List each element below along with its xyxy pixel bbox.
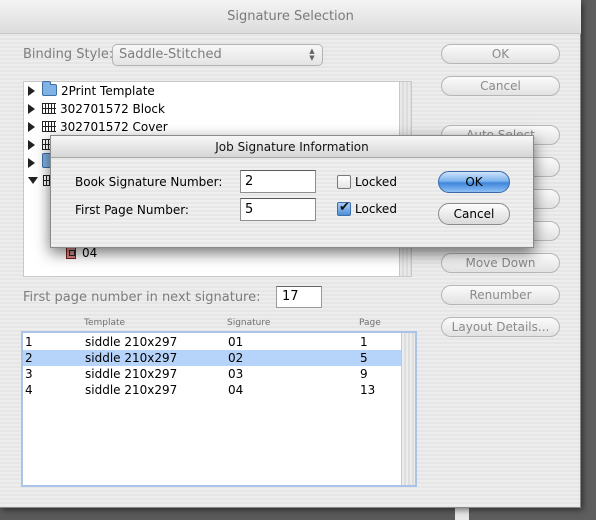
first-page-label: First Page Number: <box>75 203 189 217</box>
layout-details-button[interactable]: Layout Details... <box>441 317 560 337</box>
book-signature-field[interactable]: 2 <box>240 170 316 193</box>
first-page-field[interactable]: 5 <box>240 198 316 221</box>
row-signature: 03 <box>228 367 244 381</box>
row-number: 3 <box>25 367 33 381</box>
table-row[interactable]: 3 siddle 210x297 03 9 <box>23 366 401 382</box>
next-signature-label: First page number in next signature: <box>23 290 261 305</box>
binding-style-select[interactable]: Saddle-Stitched ▲ ▼ <box>112 44 323 66</box>
disclosure-triangle-icon[interactable] <box>28 86 35 96</box>
row-number: 4 <box>25 383 33 397</box>
tree-item-label: 2Print Template <box>61 84 155 98</box>
binding-style-value: Saddle-Stitched <box>119 47 222 62</box>
table-row-selected[interactable]: 2 siddle 210x297 02 5 <box>23 350 401 366</box>
tree-item[interactable]: 302701572 Cover <box>28 118 168 136</box>
tree-item-label: 302701572 Block <box>60 102 165 116</box>
dialog-ok-button[interactable]: OK <box>438 171 510 193</box>
disclosure-triangle-icon[interactable] <box>28 122 35 132</box>
next-signature-field[interactable]: 17 <box>276 286 322 308</box>
tree-item-label: 04 <box>82 246 98 260</box>
row-signature: 04 <box>228 383 244 397</box>
row-signature: 02 <box>228 351 244 365</box>
tree-item[interactable]: 302701572 Block <box>28 100 165 118</box>
job-signature-dialog: Job Signature Information Book Signature… <box>50 135 534 248</box>
book-signature-locked-checkbox[interactable] <box>337 175 351 189</box>
grid-icon <box>42 103 56 114</box>
ok-button[interactable]: OK <box>441 44 560 64</box>
row-page: 1 <box>360 335 368 349</box>
select-arrows-icon: ▲ ▼ <box>309 47 315 62</box>
table-scrollbar[interactable] <box>401 333 415 485</box>
first-page-locked-checkbox[interactable] <box>337 200 351 216</box>
first-page-locked-label[interactable]: Locked <box>355 202 397 216</box>
folder-icon <box>42 81 57 96</box>
table-row[interactable]: 4 siddle 210x297 04 13 <box>23 382 401 398</box>
row-signature: 01 <box>228 335 244 349</box>
disclosure-triangle-icon[interactable] <box>28 158 35 168</box>
row-template: siddle 210x297 <box>85 383 178 397</box>
signature-table[interactable]: 1 siddle 210x297 01 1 2 siddle 210x297 0… <box>21 331 417 487</box>
row-page: 13 <box>360 383 376 397</box>
table-row[interactable]: 1 siddle 210x297 01 1 <box>23 334 401 350</box>
dialog-title: Job Signature Information <box>51 136 533 158</box>
page-icon <box>66 247 76 259</box>
disclosure-triangle-icon[interactable] <box>28 140 35 150</box>
row-template: siddle 210x297 <box>85 367 178 381</box>
book-signature-locked-label[interactable]: Locked <box>355 175 397 189</box>
row-page: 5 <box>360 351 368 365</box>
column-header-template[interactable]: Template <box>84 318 125 328</box>
book-signature-label: Book Signature Number: <box>75 175 223 189</box>
row-template: siddle 210x297 <box>85 351 178 365</box>
dialog-cancel-button[interactable]: Cancel <box>438 203 510 225</box>
column-header-signature[interactable]: Signature <box>227 318 270 328</box>
row-number: 1 <box>25 335 33 349</box>
grid-icon <box>42 121 56 132</box>
disclosure-triangle-icon[interactable] <box>28 104 35 114</box>
signature-selection-sheet: Signature Selection Binding Style: Saddl… <box>0 0 581 508</box>
row-number: 2 <box>25 351 33 365</box>
tree-item-label: 302701572 Cover <box>60 120 168 134</box>
column-header-page[interactable]: Page <box>359 318 381 328</box>
cancel-button[interactable]: Cancel <box>441 76 560 96</box>
sheet-title: Signature Selection <box>0 0 581 34</box>
background-strip <box>455 508 469 520</box>
binding-style-label: Binding Style: <box>23 47 114 62</box>
move-down-button[interactable]: Move Down <box>441 253 560 273</box>
tree-item[interactable]: 2Print Template <box>28 81 155 100</box>
disclosure-triangle-open-icon[interactable] <box>28 177 38 184</box>
row-page: 9 <box>360 367 368 381</box>
row-template: siddle 210x297 <box>85 335 178 349</box>
renumber-button[interactable]: Renumber <box>441 285 560 305</box>
